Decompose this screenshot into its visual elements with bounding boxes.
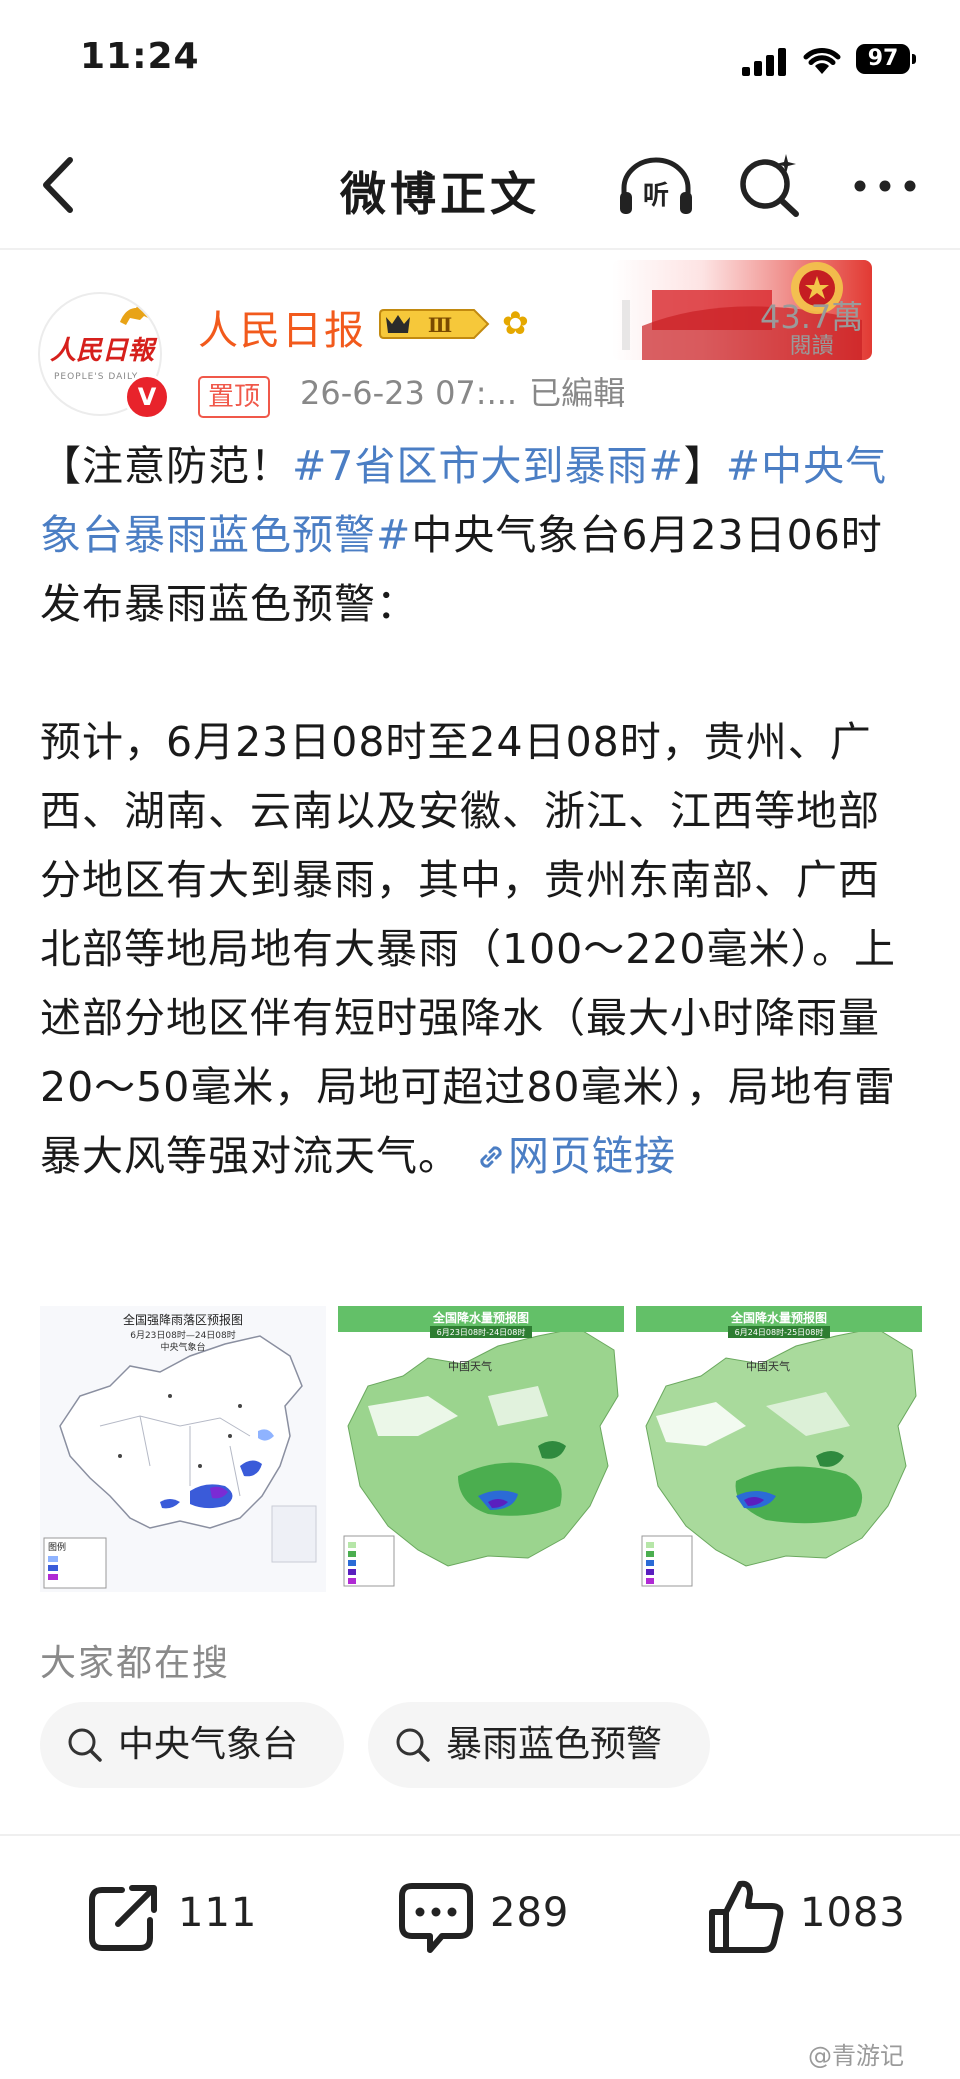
post-paragraph-2: 预计，6月23日08时至24日08时，贵州、广西、湖南、云南以及安徽、浙江、江西… [40, 708, 920, 1191]
avatar-logo-text: 人民日報 [50, 336, 155, 366]
map-title: 全国降水量预报图 [432, 1310, 529, 1325]
post-text: 】 [683, 442, 726, 490]
post-body: 【注意防范！#7省区市大到暴雨#】#中央气象台暴雨蓝色预警#中央气象台6月23日… [40, 432, 920, 1191]
edited-label[interactable]: 已編輯 [529, 374, 625, 412]
rain-forecast-map-2[interactable]: 全国降水量预报图 6月23日08时-24日08时 中国天气 [338, 1306, 624, 1592]
rain-forecast-map-3[interactable]: 全国降水量预报图 6月24日08时-25日08时 中国天气 [636, 1306, 922, 1592]
hashtag-link[interactable]: #7省区市大到暴雨# [292, 442, 684, 490]
post-paragraph-1: 【注意防范！#7省区市大到暴雨#】#中央气象台暴雨蓝色预警#中央气象台6月23日… [40, 432, 920, 639]
search-icon [396, 1728, 430, 1762]
weibo-watermark: @青游记 [808, 2042, 904, 2070]
share-icon [89, 1885, 157, 1951]
avatar-logo-subtext: PEOPLE'S DAILY [54, 372, 139, 382]
top-nav: 微博正文 听 [0, 130, 960, 240]
read-count-number: 43.7萬 [760, 298, 864, 336]
share-count: 111 [178, 1890, 258, 1936]
map-brand: 中国天气 [746, 1359, 790, 1373]
status-time: 11:24 [80, 36, 200, 77]
cellular-signal-icon [742, 48, 790, 76]
web-link-text: 网页链接 [508, 1132, 677, 1180]
author-name[interactable]: 人民日报 [198, 298, 366, 356]
read-count-label: 閱讀 [789, 334, 834, 359]
horse-logo-icon [120, 302, 149, 325]
author-header: 人民日報 PEOPLE'S DAILY V 人民日报 Ⅲ ✿ 置顶 26-6-2… [0, 260, 960, 420]
image-grid: 全国强降雨落区预报图 6月23日08时—24日08时 中央气象台 图例 全国降水… [40, 1306, 922, 1592]
map-subtitle: 6月24日08时-25日08时 [735, 1327, 824, 1337]
battery-icon: 97 [856, 44, 916, 74]
search-icon[interactable] [734, 150, 804, 220]
web-link[interactable]: 网页链接 [474, 1132, 676, 1180]
post-text: 【注意防范！ [40, 442, 292, 490]
listen-icon[interactable]: 听 [616, 152, 696, 218]
listen-glyph: 听 [643, 181, 669, 211]
post-text: 预计，6月23日08时至24日08时，贵州、广西、湖南、云南以及安徽、浙江、江西… [40, 718, 897, 1180]
status-bar: 11:24 97 [0, 0, 960, 120]
sunflower-icon: ✿ [502, 304, 529, 342]
map-source: 中央气象台 [160, 1341, 205, 1353]
link-icon [480, 1146, 502, 1168]
hot-search-chip[interactable]: 中央气象台 [40, 1702, 344, 1788]
map-brand: 中国天气 [448, 1359, 492, 1373]
verified-badge: V [124, 374, 170, 420]
divider [0, 248, 960, 250]
map-subtitle: 6月23日08时—24日08时 [130, 1329, 236, 1341]
legend-title: 图例 [48, 1541, 66, 1553]
hot-search-chip[interactable]: 暴雨蓝色预警 [368, 1702, 710, 1788]
post-time: 26-6-23 07:... [300, 374, 518, 412]
comment-icon [399, 1883, 473, 1953]
more-options-icon[interactable] [850, 156, 920, 216]
map-title: 全国强降雨落区预报图 [123, 1312, 243, 1327]
wifi-icon [803, 48, 841, 74]
like-count: 1083 [800, 1890, 906, 1936]
rain-forecast-map-1[interactable]: 全国强降雨落区预报图 6月23日08时—24日08时 中央气象台 图例 [40, 1306, 326, 1592]
action-bar: 111 289 1083 [0, 1836, 960, 1996]
member-level-badge[interactable]: Ⅲ [378, 306, 490, 342]
search-icon [68, 1728, 102, 1762]
hot-search-chip-label: 暴雨蓝色预警 [446, 1724, 663, 1765]
map-title: 全国降水量预报图 [730, 1310, 827, 1325]
thumbs-up-icon [709, 1880, 784, 1953]
hot-search-label: 大家都在搜 [40, 1643, 231, 1684]
pinned-badge: 置顶 [198, 376, 271, 418]
map-subtitle: 6月23日08时-24日08时 [437, 1327, 526, 1337]
comment-count: 289 [490, 1890, 570, 1936]
level-text: Ⅲ [428, 313, 452, 337]
hot-search-chip-label: 中央气象台 [118, 1724, 299, 1765]
post-meta: 26-6-23 07:... 已編輯 [300, 368, 625, 414]
read-count: 43.7萬 閱讀 [760, 300, 863, 360]
page-title: 微博正文 [340, 167, 540, 221]
